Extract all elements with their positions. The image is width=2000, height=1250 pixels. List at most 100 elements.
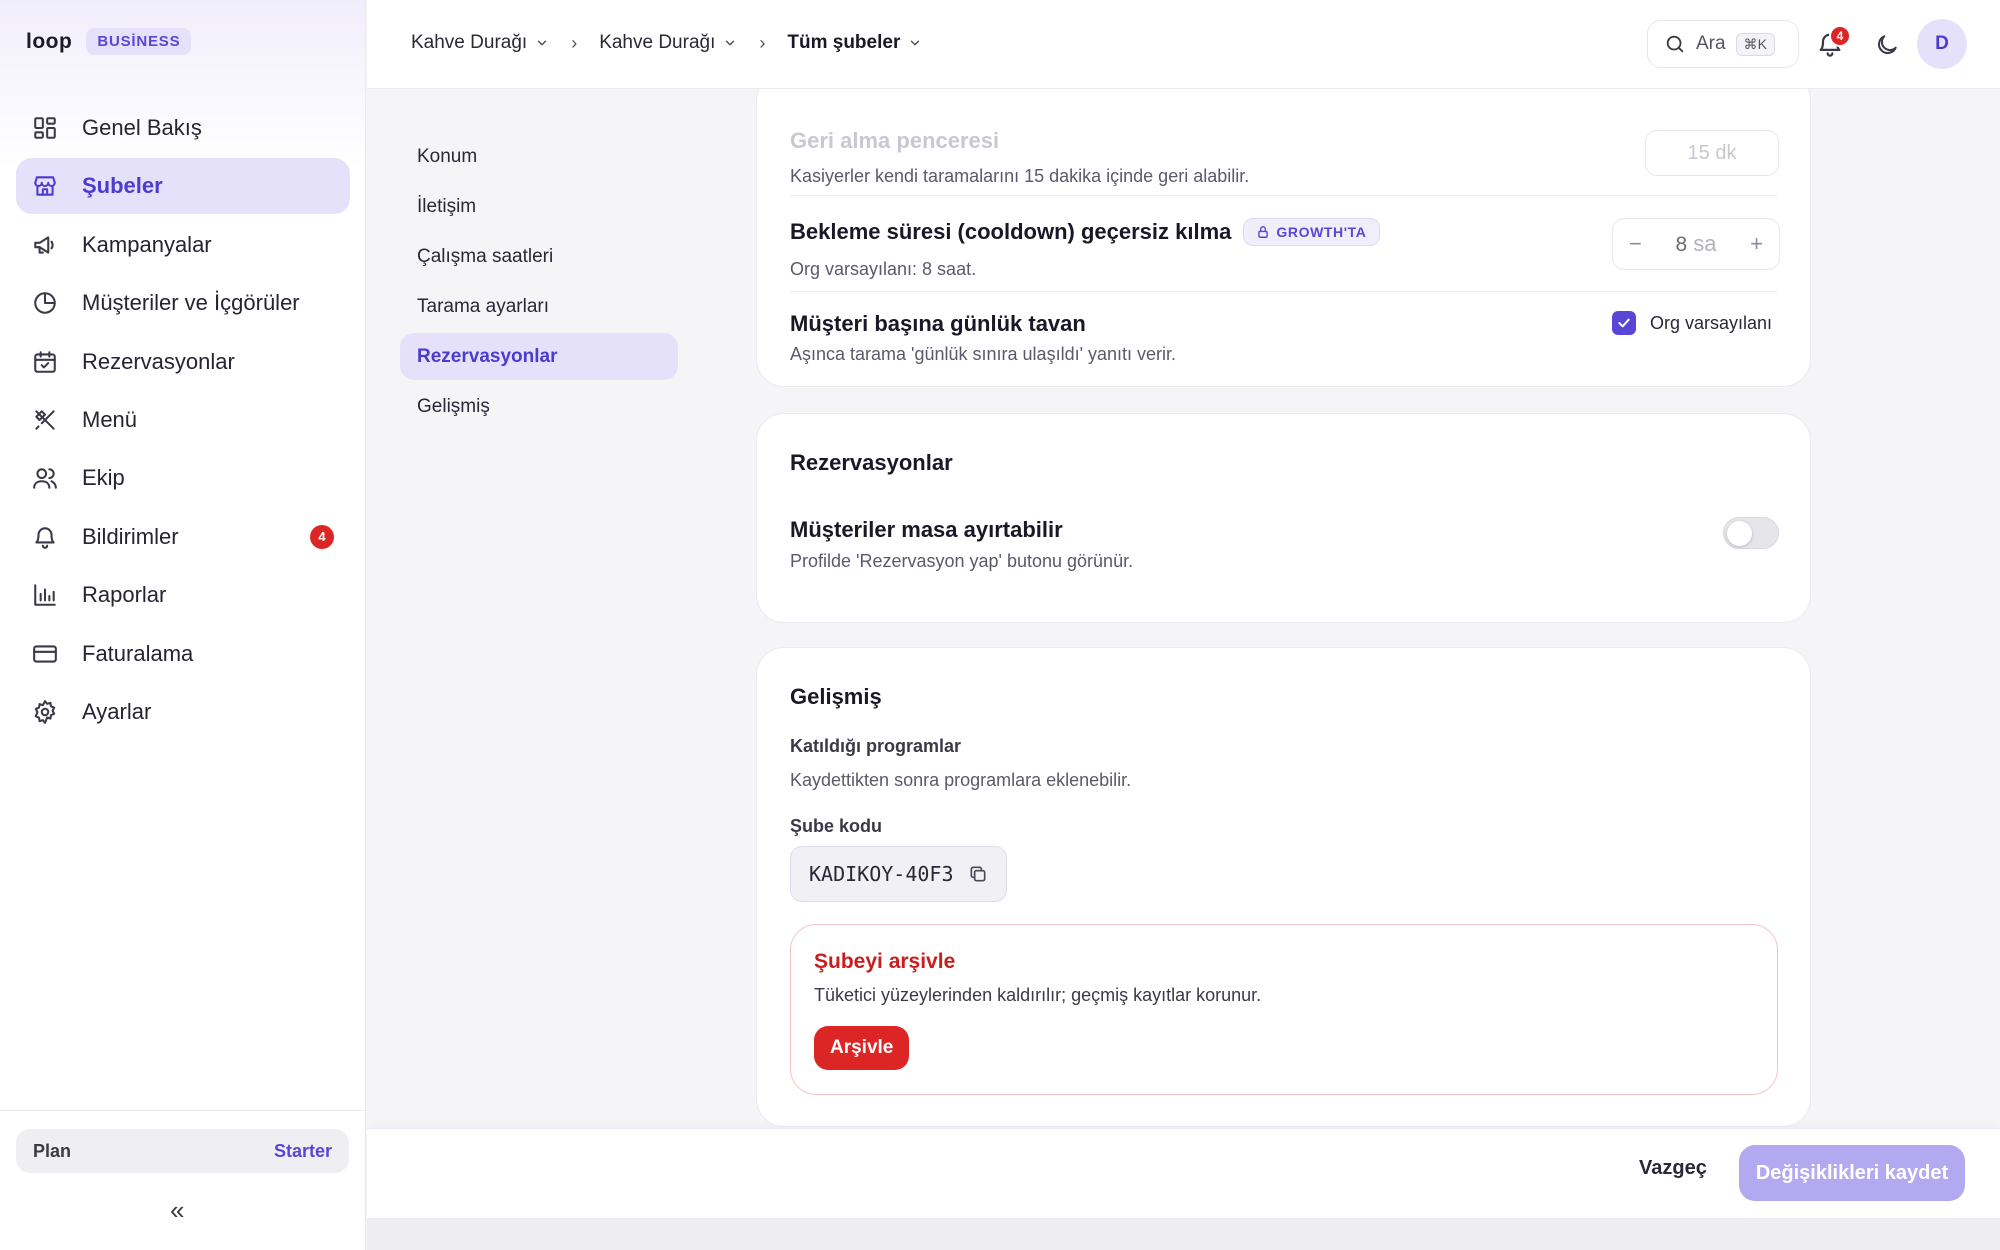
programs-label: Katıldığı programlar (790, 736, 962, 756)
daily-cap-default-option: Org varsayılanı (1612, 311, 1772, 335)
breadcrumb: Kahve Durağı › Kahve Durağı › Tüm şubele… (411, 32, 922, 54)
dark-mode-moon-icon[interactable] (1874, 32, 1900, 58)
divider (790, 291, 1777, 292)
breadcrumb-label: Tüm şubeler (787, 32, 901, 53)
advanced-card: Gelişmiş Katıldığı programlar Kaydettikt… (756, 647, 1811, 1127)
check-icon (1618, 318, 1630, 328)
cooldown-stepper: − 8 sa + (1612, 218, 1780, 270)
credit-card-icon (32, 641, 58, 667)
undo-window-title: Geri alma penceresi (790, 128, 1000, 153)
daily-cap-description: Aşınca tarama 'günlük sınıra ulaşıldı' y… (790, 344, 1177, 364)
subnav-item-contact[interactable]: İletişim (400, 183, 678, 230)
table-booking-description: Profilde 'Rezervasyon yap' butonu görünü… (790, 551, 1134, 571)
growth-plan-tag: GROWTH'TA (1243, 218, 1380, 246)
save-bar: Vazgeç Değişiklikleri kaydet (367, 1128, 2000, 1218)
decrement-button[interactable]: − (1629, 231, 1642, 257)
sidebar-item-label: Raporlar (82, 582, 167, 608)
table-booking-toggle[interactable] (1723, 517, 1779, 549)
archive-title: Şubeyi arşivle (814, 950, 956, 973)
sidebar-item-reservations[interactable]: Rezervasyonlar (16, 334, 350, 390)
breadcrumb-label: Kahve Durağı (411, 32, 528, 53)
subnav-item-scan-settings[interactable]: Tarama ayarları (400, 283, 678, 330)
subnav-item-advanced[interactable]: Gelişmiş (400, 383, 678, 430)
sidebar-item-label: Genel Bakış (82, 115, 202, 140)
sidebar-item-label: Faturalama (82, 640, 194, 666)
archive-button[interactable]: Arşivle (814, 1026, 910, 1070)
branch-code-label: Şube kodu (790, 816, 883, 836)
subnav-item-location[interactable]: Konum (400, 133, 678, 180)
business-badge: BUSİNESS (86, 28, 192, 55)
table-booking-title: Müşteriler masa ayırtabilir (790, 517, 1063, 542)
collapse-sidebar-button[interactable]: « (170, 1195, 184, 1226)
search-icon (1666, 35, 1684, 53)
user-avatar[interactable]: D (1917, 19, 1967, 69)
cooldown-description: Org varsayılanı: 8 saat. (790, 259, 977, 279)
sidebar-item-overview[interactable]: Genel Bakış (16, 100, 350, 156)
reservations-section-title: Rezervasyonlar (790, 450, 953, 475)
bell-icon (32, 524, 58, 550)
undo-window-stepper[interactable]: 15 dk (1645, 130, 1779, 176)
org-default-checkbox[interactable] (1612, 311, 1636, 335)
sidebar-item-label: Kampanyalar (82, 231, 212, 257)
users-icon (32, 465, 58, 491)
chevron-down-icon (911, 40, 920, 46)
sidebar-item-settings[interactable]: Ayarlar (16, 684, 350, 740)
sidebar-footer: Plan Starter « (0, 1110, 366, 1250)
daily-cap-title: Müşteri başına günlük tavan (790, 311, 1086, 336)
sidebar-item-billing[interactable]: Faturalama (16, 626, 350, 682)
breadcrumb-brand[interactable]: Kahve Durağı (599, 32, 737, 54)
sidebar-nav: Genel Bakış Şubeler Kampanyalar Müşteril… (16, 100, 350, 742)
cancel-button[interactable]: Vazgeç (1639, 1157, 1707, 1180)
logo[interactable]: loop (26, 30, 72, 54)
branch-code-field: KADIKOY-40F3 (790, 846, 1007, 902)
divider (790, 195, 1777, 196)
chevron-right-icon: › (759, 32, 766, 53)
plan-value: Starter (273, 1140, 332, 1161)
notification-count-badge: 4 (1829, 25, 1851, 47)
plan-label: Plan (33, 1140, 72, 1161)
settings-subnav: Konum İletişim Çalışma saatleri Tarama a… (400, 89, 1811, 1127)
sidebar-item-label: Menü (82, 406, 138, 432)
lock-icon (1258, 226, 1269, 238)
toggle-knob (1727, 521, 1752, 546)
store-icon (32, 173, 58, 199)
sidebar-item-label: Şubeler (82, 173, 163, 199)
scan-settings-card: Geri alma penceresi Kasiyerler kendi tar… (756, 89, 1811, 387)
subnav-item-reservations[interactable]: Rezervasyonlar (400, 333, 678, 380)
sidebar-item-label: Ekip (82, 465, 125, 491)
reservations-card: Rezervasyonlar Müşteriler masa ayırtabil… (756, 413, 1811, 623)
sidebar-item-customers[interactable]: Müşteriler ve İçgörüler (16, 275, 350, 331)
cooldown-value[interactable]: 8 (1675, 233, 1687, 256)
advanced-section-title: Gelişmiş (790, 684, 882, 709)
megaphone-icon (32, 232, 58, 258)
breadcrumb-label: Kahve Durağı (599, 32, 716, 53)
copy-icon[interactable] (968, 864, 988, 884)
sidebar-item-label: Müşteriler ve İçgörüler (82, 290, 300, 316)
archive-danger-zone: Şubeyi arşivle Tüketici yüzeylerinden ka… (790, 924, 1778, 1095)
sidebar-item-notifications[interactable]: Bildirimler 4 (16, 509, 350, 565)
topbar: Kahve Durağı › Kahve Durağı › Tüm şubele… (367, 0, 2000, 89)
org-default-label: Org varsayılanı (1650, 312, 1773, 333)
sidebar-item-branches[interactable]: Şubeler (16, 158, 350, 215)
dashboard-icon (32, 115, 58, 141)
sidebar: loop BUSİNESS Genel Bakış Şubeler Kampan… (0, 0, 366, 1250)
breadcrumb-branches[interactable]: Tüm şubeler (787, 32, 922, 54)
pie-chart-icon (32, 290, 58, 316)
subnav-item-hours[interactable]: Çalışma saatleri (400, 233, 678, 280)
search-label: Ara (1696, 33, 1726, 54)
sidebar-item-menu[interactable]: Menü (16, 392, 350, 448)
sidebar-item-label: Ayarlar (82, 698, 152, 724)
gear-icon (32, 699, 58, 725)
plan-indicator[interactable]: Plan Starter (16, 1129, 349, 1173)
sidebar-item-label: Rezervasyonlar (82, 348, 235, 374)
notification-badge: 4 (310, 524, 334, 549)
growth-tag-label: GROWTH'TA (1276, 224, 1367, 240)
sidebar-item-campaigns[interactable]: Kampanyalar (16, 217, 350, 273)
branch-code-value: KADIKOY-40F3 (809, 862, 954, 886)
sidebar-item-reports[interactable]: Raporlar (16, 567, 350, 623)
sidebar-item-team[interactable]: Ekip (16, 450, 350, 506)
save-changes-button[interactable]: Değişiklikleri kaydet (1739, 1145, 1965, 1201)
increment-button[interactable]: + (1750, 231, 1763, 257)
breadcrumb-org[interactable]: Kahve Durağı (411, 32, 549, 54)
search-button[interactable]: Ara ⌘K (1647, 20, 1799, 68)
